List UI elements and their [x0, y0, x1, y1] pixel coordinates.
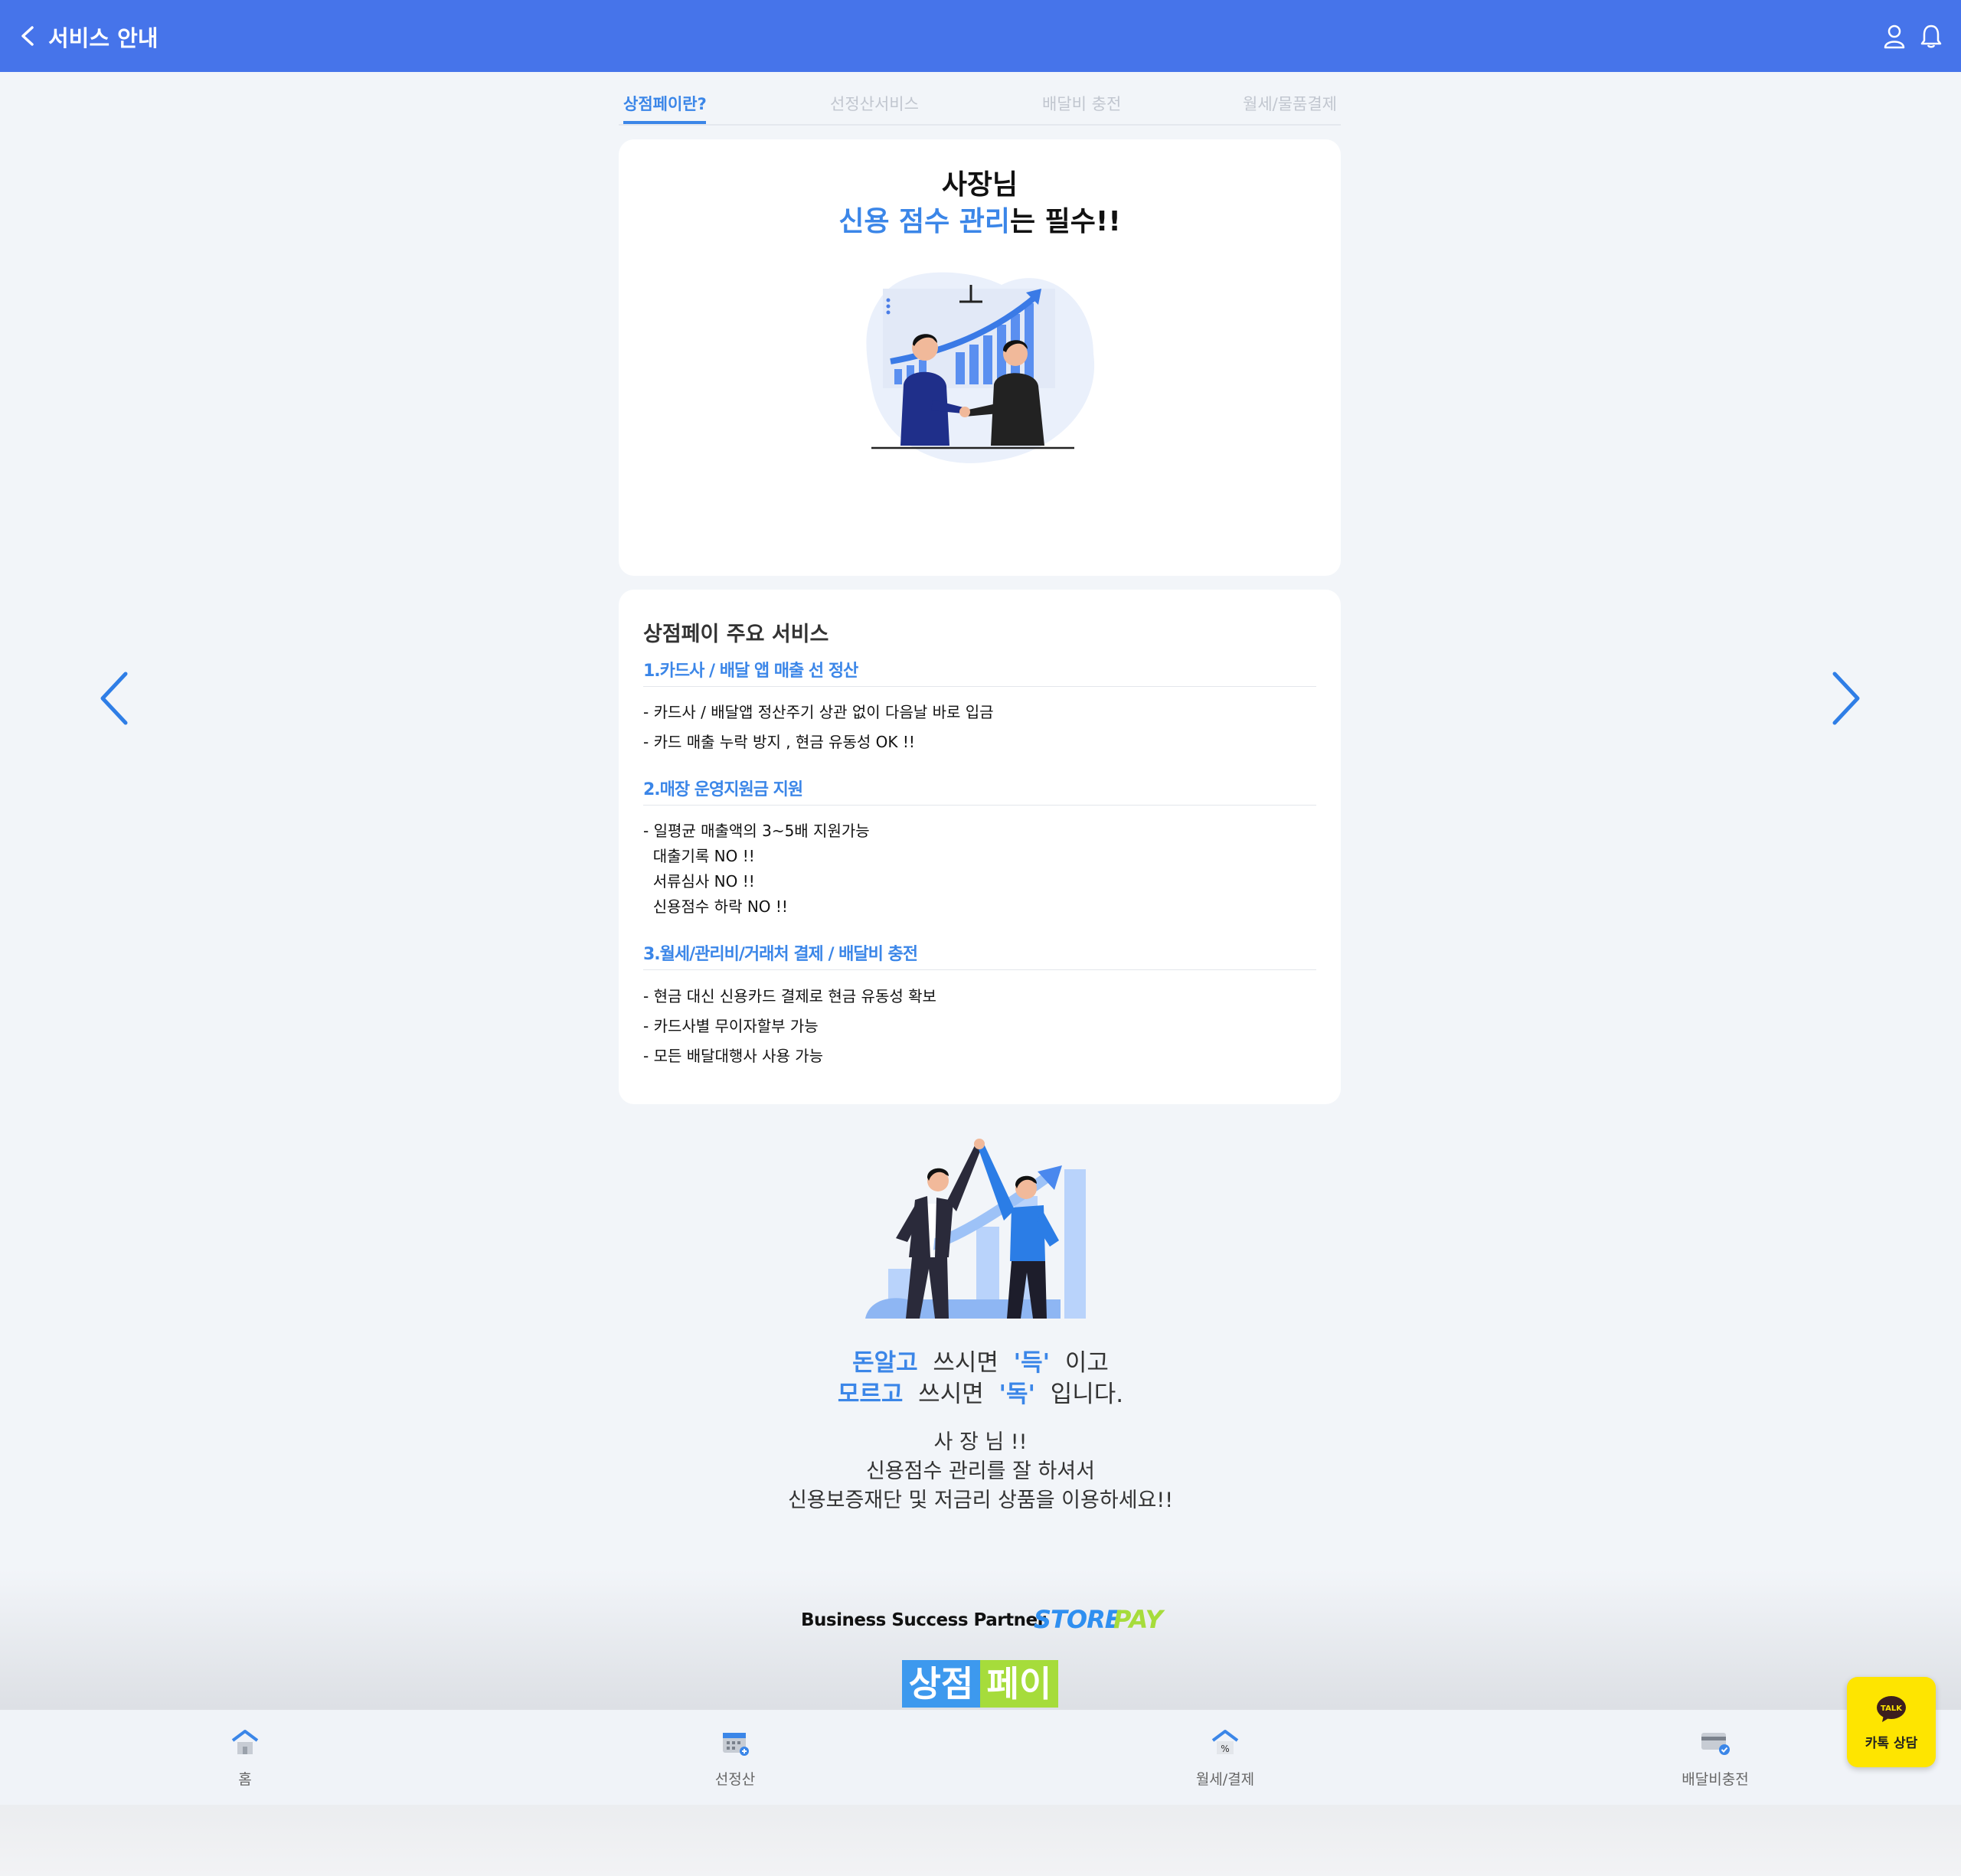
- message-line1: 사 장 님 !!: [933, 1430, 1028, 1454]
- slogan-word: '득': [1013, 1349, 1051, 1377]
- service-item: - 카드사 / 배달앱 정산주기 상관 없이 다음날 바로 입금: [643, 703, 994, 721]
- top-app-bar: 서비스 안내: [0, 0, 1961, 72]
- service-item: 대출기록 NO !!: [643, 847, 755, 865]
- bell-icon[interactable]: [1919, 23, 1943, 49]
- headline-line1: 사장님: [941, 169, 1018, 201]
- page-title: 서비스 안내: [48, 25, 159, 51]
- intro-card: 사장님 신용 점수 관리는 필수!!: [619, 139, 1341, 576]
- prev-arrow-icon[interactable]: [96, 668, 133, 729]
- slogan-word: 쓰시면: [918, 1381, 984, 1408]
- handshake-illustration: [866, 272, 1095, 463]
- slogan-word: 돈알고: [852, 1349, 918, 1377]
- nav-rent-payment[interactable]: % 월세/결제: [1149, 1710, 1302, 1805]
- divider: [643, 686, 1316, 687]
- main-services-card: 상점페이 주요 서비스 1.카드사 / 배달 앱 매출 선 정산 - 카드사 /…: [619, 590, 1341, 1104]
- logo-left: 상점: [902, 1660, 980, 1708]
- service-item: 서류심사 NO !!: [643, 872, 755, 891]
- nav-home-label: 홈: [238, 1771, 252, 1788]
- headline-highlight: 신용 점수 관리: [838, 206, 1011, 237]
- nav-pre-settlement[interactable]: 선정산: [659, 1710, 812, 1805]
- active-tab-indicator: [623, 121, 706, 124]
- user-icon[interactable]: [1882, 23, 1907, 49]
- brand-tagline: Business Success Partner: [801, 1610, 1046, 1630]
- slogan-word: 이고: [1064, 1349, 1109, 1377]
- service-item: - 일평균 매출액의 3~5배 지원가능: [643, 822, 870, 840]
- kakao-talk-icon: TALK: [1877, 1696, 1906, 1722]
- slogan-word: 쓰시면: [933, 1349, 998, 1377]
- storepay-logo: 상점 페이: [902, 1660, 1058, 1708]
- slogan-line2: 모르고 쓰시면 '독' 입니다.: [0, 1374, 1961, 1409]
- tab-rent-payment[interactable]: 월세/물품결제: [1243, 92, 1337, 115]
- calendar-icon: [723, 1733, 749, 1756]
- nav-delivery-charge[interactable]: 배달비충전: [1639, 1710, 1792, 1805]
- nav-home[interactable]: 홈: [168, 1710, 322, 1805]
- service-heading-1: 1.카드사 / 배달 앱 매출 선 정산: [643, 662, 858, 681]
- slogan-line1: 돈알고 쓰시면 '득' 이고: [0, 1343, 1961, 1378]
- slogan-word: 모르고: [837, 1381, 904, 1408]
- slogan-word: 입니다.: [1050, 1381, 1124, 1408]
- tab-pre-settlement[interactable]: 선정산서비스: [830, 92, 919, 115]
- nav-rent-payment-label: 월세/결제: [1195, 1771, 1255, 1788]
- message-line2: 신용점수 관리를 잘 하셔서: [866, 1459, 1095, 1483]
- service-heading-3: 3.월세/관리비/거래처 결제 / 배달비 충전: [643, 945, 918, 964]
- services-title: 상점페이 주요 서비스: [643, 623, 829, 646]
- divider: [643, 969, 1316, 970]
- service-item: - 현금 대신 신용카드 결제로 현금 유동성 확보: [643, 987, 936, 1005]
- tab-bar: 상점페이란? 선정산서비스 배달비 충전 월세/물품결제: [619, 86, 1341, 126]
- brand-pay: PAY: [1113, 1605, 1163, 1634]
- house-percent-icon: %: [1211, 1730, 1239, 1754]
- nav-delivery-charge-label: 배달비충전: [1682, 1771, 1749, 1788]
- divider: [643, 805, 1316, 806]
- service-item: - 카드 매출 누락 방지 , 현금 유동성 OK !!: [643, 733, 915, 751]
- headline-line2: 신용 점수 관리는 필수!!: [619, 199, 1341, 239]
- tab-delivery-charge[interactable]: 배달비 충전: [1042, 92, 1121, 115]
- card-check-icon: [1701, 1733, 1730, 1755]
- home-icon: [231, 1730, 259, 1754]
- brand-store: STORE: [1034, 1605, 1122, 1634]
- service-item: - 모든 배달대행사 사용 가능: [643, 1047, 824, 1065]
- service-item: 신용점수 하락 NO !!: [643, 897, 788, 916]
- svg-text:%: %: [1221, 1744, 1229, 1754]
- next-arrow-icon[interactable]: [1827, 668, 1864, 729]
- kakao-consult-label: 카톡 상담: [1865, 1736, 1918, 1751]
- bottom-nav: 홈 선정산 % 월세/결제 배달비충전: [0, 1710, 1961, 1805]
- service-item: - 카드사별 무이자할부 가능: [643, 1017, 819, 1035]
- service-heading-2: 2.매장 운영지원금 지원: [643, 780, 803, 799]
- kakao-consult-button[interactable]: TALK 카톡 상담: [1847, 1677, 1936, 1767]
- chevron-left-icon[interactable]: [15, 23, 41, 49]
- slogan-word: '독': [998, 1381, 1035, 1408]
- message-line3: 신용보증재단 및 저금리 상품을 이용하세요!!: [787, 1489, 1174, 1512]
- kakao-talk-text: TALK: [1881, 1704, 1903, 1713]
- high-five-illustration: [865, 1139, 1086, 1319]
- headline-rest: 는 필수!!: [1010, 206, 1121, 237]
- logo-right: 페이: [980, 1660, 1058, 1708]
- tab-about[interactable]: 상점페이란?: [623, 92, 707, 115]
- nav-pre-settlement-label: 선정산: [714, 1771, 756, 1788]
